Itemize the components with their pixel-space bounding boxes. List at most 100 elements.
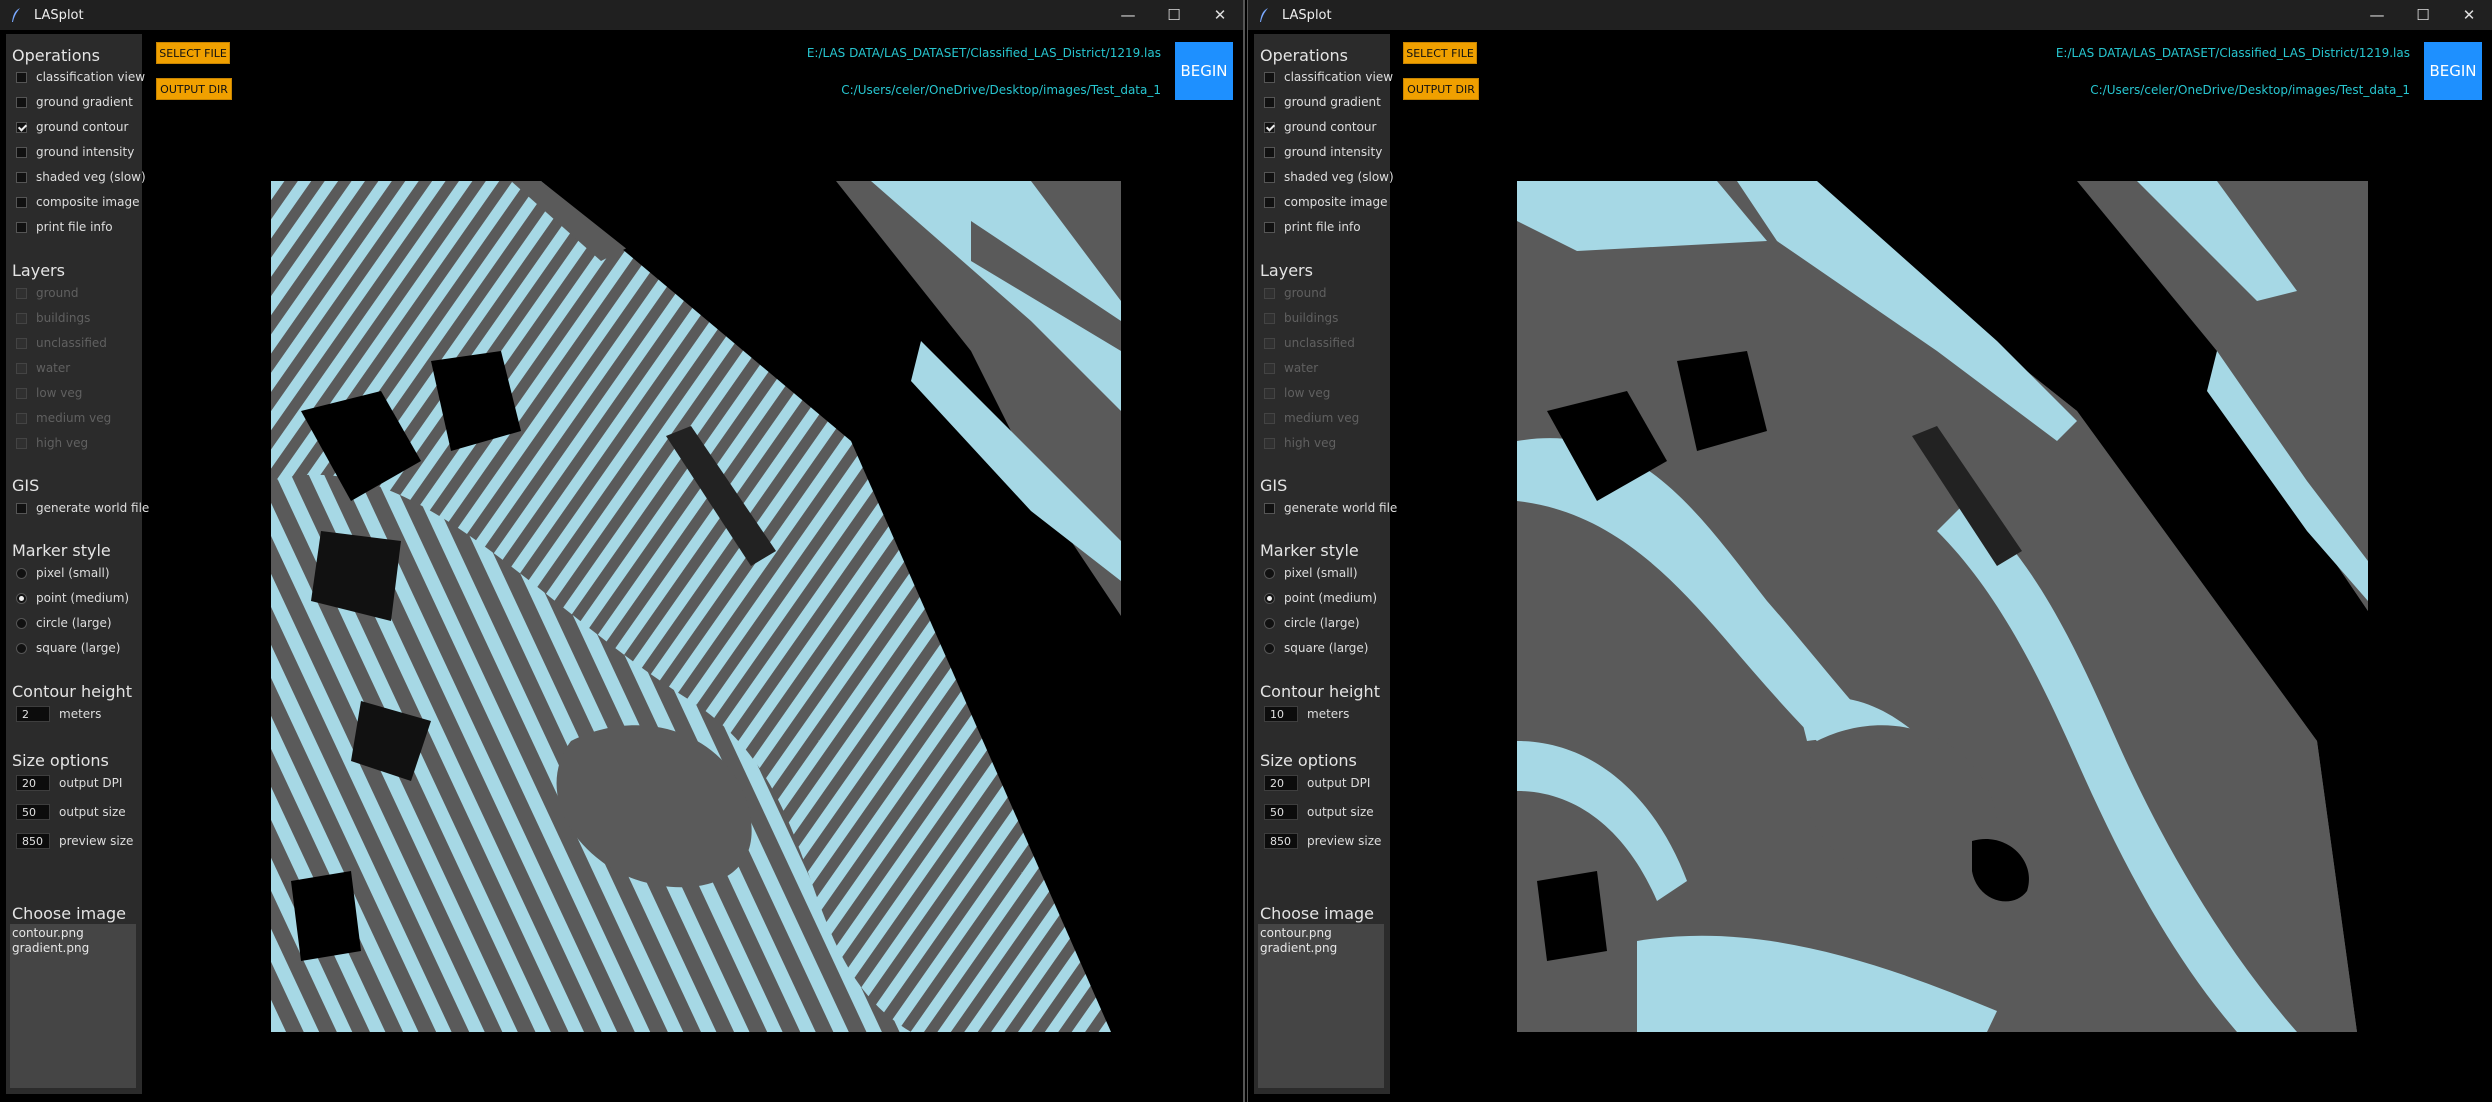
maximize-button[interactable]: ☐ [2400, 0, 2446, 30]
image-listbox[interactable]: contour.png gradient.png [1258, 924, 1384, 1088]
checkbox[interactable] [1264, 221, 1275, 233]
title-bar[interactable]: LASplot — ☐ ✕ [0, 0, 1243, 30]
op-ground-contour[interactable]: ground contour [1264, 118, 1376, 136]
op-ground-contour[interactable]: ground contour [16, 118, 128, 136]
checkbox[interactable] [1264, 171, 1275, 183]
radio[interactable] [1264, 617, 1275, 629]
marker-circle-large[interactable]: circle (large) [16, 614, 112, 632]
marker-point-medium[interactable]: point (medium) [16, 589, 129, 607]
preview-size-input[interactable]: 850 [16, 833, 50, 849]
maximize-button[interactable]: ☐ [1151, 0, 1197, 30]
layer-high-veg: high veg [16, 434, 88, 452]
layer-water: water [16, 359, 70, 377]
output-dir-path: C:/Users/celer/OneDrive/Desktop/images/T… [2090, 83, 2410, 97]
gis-generate-world-file[interactable]: generate world file [1264, 499, 1397, 517]
checkbox[interactable] [1264, 196, 1275, 208]
radio-selected[interactable] [16, 592, 27, 604]
checkbox[interactable] [16, 502, 27, 514]
title-bar[interactable]: LASplot — ☐ ✕ [1248, 0, 2492, 30]
checkbox-disabled [1264, 312, 1275, 324]
input-file-path: E:/LAS DATA/LAS_DATASET/Classified_LAS_D… [2055, 46, 2410, 60]
layers-heading: Layers [12, 261, 65, 280]
output-dir-button[interactable]: OUTPUT DIR [1403, 78, 1479, 100]
checkbox[interactable] [16, 71, 27, 83]
checkbox-disabled [1264, 412, 1275, 424]
checkbox[interactable] [1264, 146, 1275, 158]
feather-icon [1258, 7, 1272, 23]
output-dpi-input[interactable]: 20 [16, 775, 50, 791]
checkbox-disabled [16, 387, 27, 399]
image-listbox[interactable]: contour.png gradient.png [10, 924, 136, 1088]
checkbox-disabled [16, 287, 27, 299]
op-ground-gradient[interactable]: ground gradient [1264, 93, 1381, 111]
minimize-button[interactable]: — [2354, 0, 2400, 30]
marker-point-medium[interactable]: point (medium) [1264, 589, 1377, 607]
radio-selected[interactable] [1264, 592, 1275, 604]
output-size-field: 50 output size [1264, 803, 1374, 821]
checkbox[interactable] [1264, 502, 1275, 514]
radio[interactable] [16, 617, 27, 629]
checkbox[interactable] [16, 171, 27, 183]
op-print-file-info[interactable]: print file info [1264, 218, 1361, 236]
layer-unclassified: unclassified [16, 334, 107, 352]
operations-heading: Operations [12, 46, 100, 65]
checkbox[interactable] [1264, 96, 1275, 108]
checkbox-disabled [1264, 387, 1275, 399]
radio[interactable] [16, 567, 27, 579]
marker-square-large[interactable]: square (large) [16, 639, 120, 657]
checkbox-disabled [1264, 362, 1275, 374]
close-button[interactable]: ✕ [2446, 0, 2492, 30]
contour-height-input[interactable]: 10 [1264, 706, 1298, 722]
contour-height-input[interactable]: 2 [16, 706, 50, 722]
begin-button[interactable]: BEGIN [2424, 42, 2482, 100]
output-size-label: output size [1307, 805, 1374, 819]
radio[interactable] [1264, 567, 1275, 579]
op-shaded-veg[interactable]: shaded veg (slow) [16, 168, 146, 186]
checkbox[interactable] [16, 146, 27, 158]
op-print-file-info[interactable]: print file info [16, 218, 113, 236]
op-shaded-veg[interactable]: shaded veg (slow) [1264, 168, 1394, 186]
checkbox[interactable] [16, 96, 27, 108]
output-dir-path: C:/Users/celer/OneDrive/Desktop/images/T… [841, 83, 1161, 97]
output-size-input[interactable]: 50 [16, 804, 50, 820]
output-size-input[interactable]: 50 [1264, 804, 1298, 820]
checkbox-checked[interactable] [1264, 121, 1275, 133]
close-button[interactable]: ✕ [1197, 0, 1243, 30]
gis-generate-world-file[interactable]: generate world file [16, 499, 149, 517]
select-file-button[interactable]: SELECT FILE [156, 42, 230, 64]
checkbox[interactable] [1264, 71, 1275, 83]
preview-size-input[interactable]: 850 [1264, 833, 1298, 849]
marker-pixel-small[interactable]: pixel (small) [1264, 564, 1358, 582]
marker-pixel-small[interactable]: pixel (small) [16, 564, 110, 582]
preview-size-field: 850 preview size [16, 832, 133, 850]
radio[interactable] [16, 642, 27, 654]
select-file-button[interactable]: SELECT FILE [1403, 42, 1477, 64]
checkbox[interactable] [16, 196, 27, 208]
contour-preview-image [271, 181, 1122, 1032]
checkbox-disabled [1264, 337, 1275, 349]
preview-size-label: preview size [1307, 834, 1382, 848]
layer-low-veg: low veg [1264, 384, 1330, 402]
list-item[interactable]: contour.png [1260, 926, 1384, 941]
checkbox[interactable] [16, 221, 27, 233]
radio[interactable] [1264, 642, 1275, 654]
list-item[interactable]: gradient.png [12, 941, 136, 956]
output-dir-button[interactable]: OUTPUT DIR [156, 78, 232, 100]
op-classification-view[interactable]: classification view [16, 68, 145, 86]
list-item[interactable]: gradient.png [1260, 941, 1384, 956]
layer-buildings: buildings [1264, 309, 1338, 327]
op-ground-gradient[interactable]: ground gradient [16, 93, 133, 111]
output-dpi-label: output DPI [1307, 776, 1371, 790]
minimize-button[interactable]: — [1105, 0, 1151, 30]
marker-circle-large[interactable]: circle (large) [1264, 614, 1360, 632]
op-ground-intensity[interactable]: ground intensity [1264, 143, 1382, 161]
marker-square-large[interactable]: square (large) [1264, 639, 1368, 657]
checkbox-checked[interactable] [16, 121, 27, 133]
op-composite-image[interactable]: composite image [1264, 193, 1387, 211]
op-classification-view[interactable]: classification view [1264, 68, 1393, 86]
op-composite-image[interactable]: composite image [16, 193, 139, 211]
output-dpi-input[interactable]: 20 [1264, 775, 1298, 791]
list-item[interactable]: contour.png [12, 926, 136, 941]
begin-button[interactable]: BEGIN [1175, 42, 1233, 100]
op-ground-intensity[interactable]: ground intensity [16, 143, 134, 161]
